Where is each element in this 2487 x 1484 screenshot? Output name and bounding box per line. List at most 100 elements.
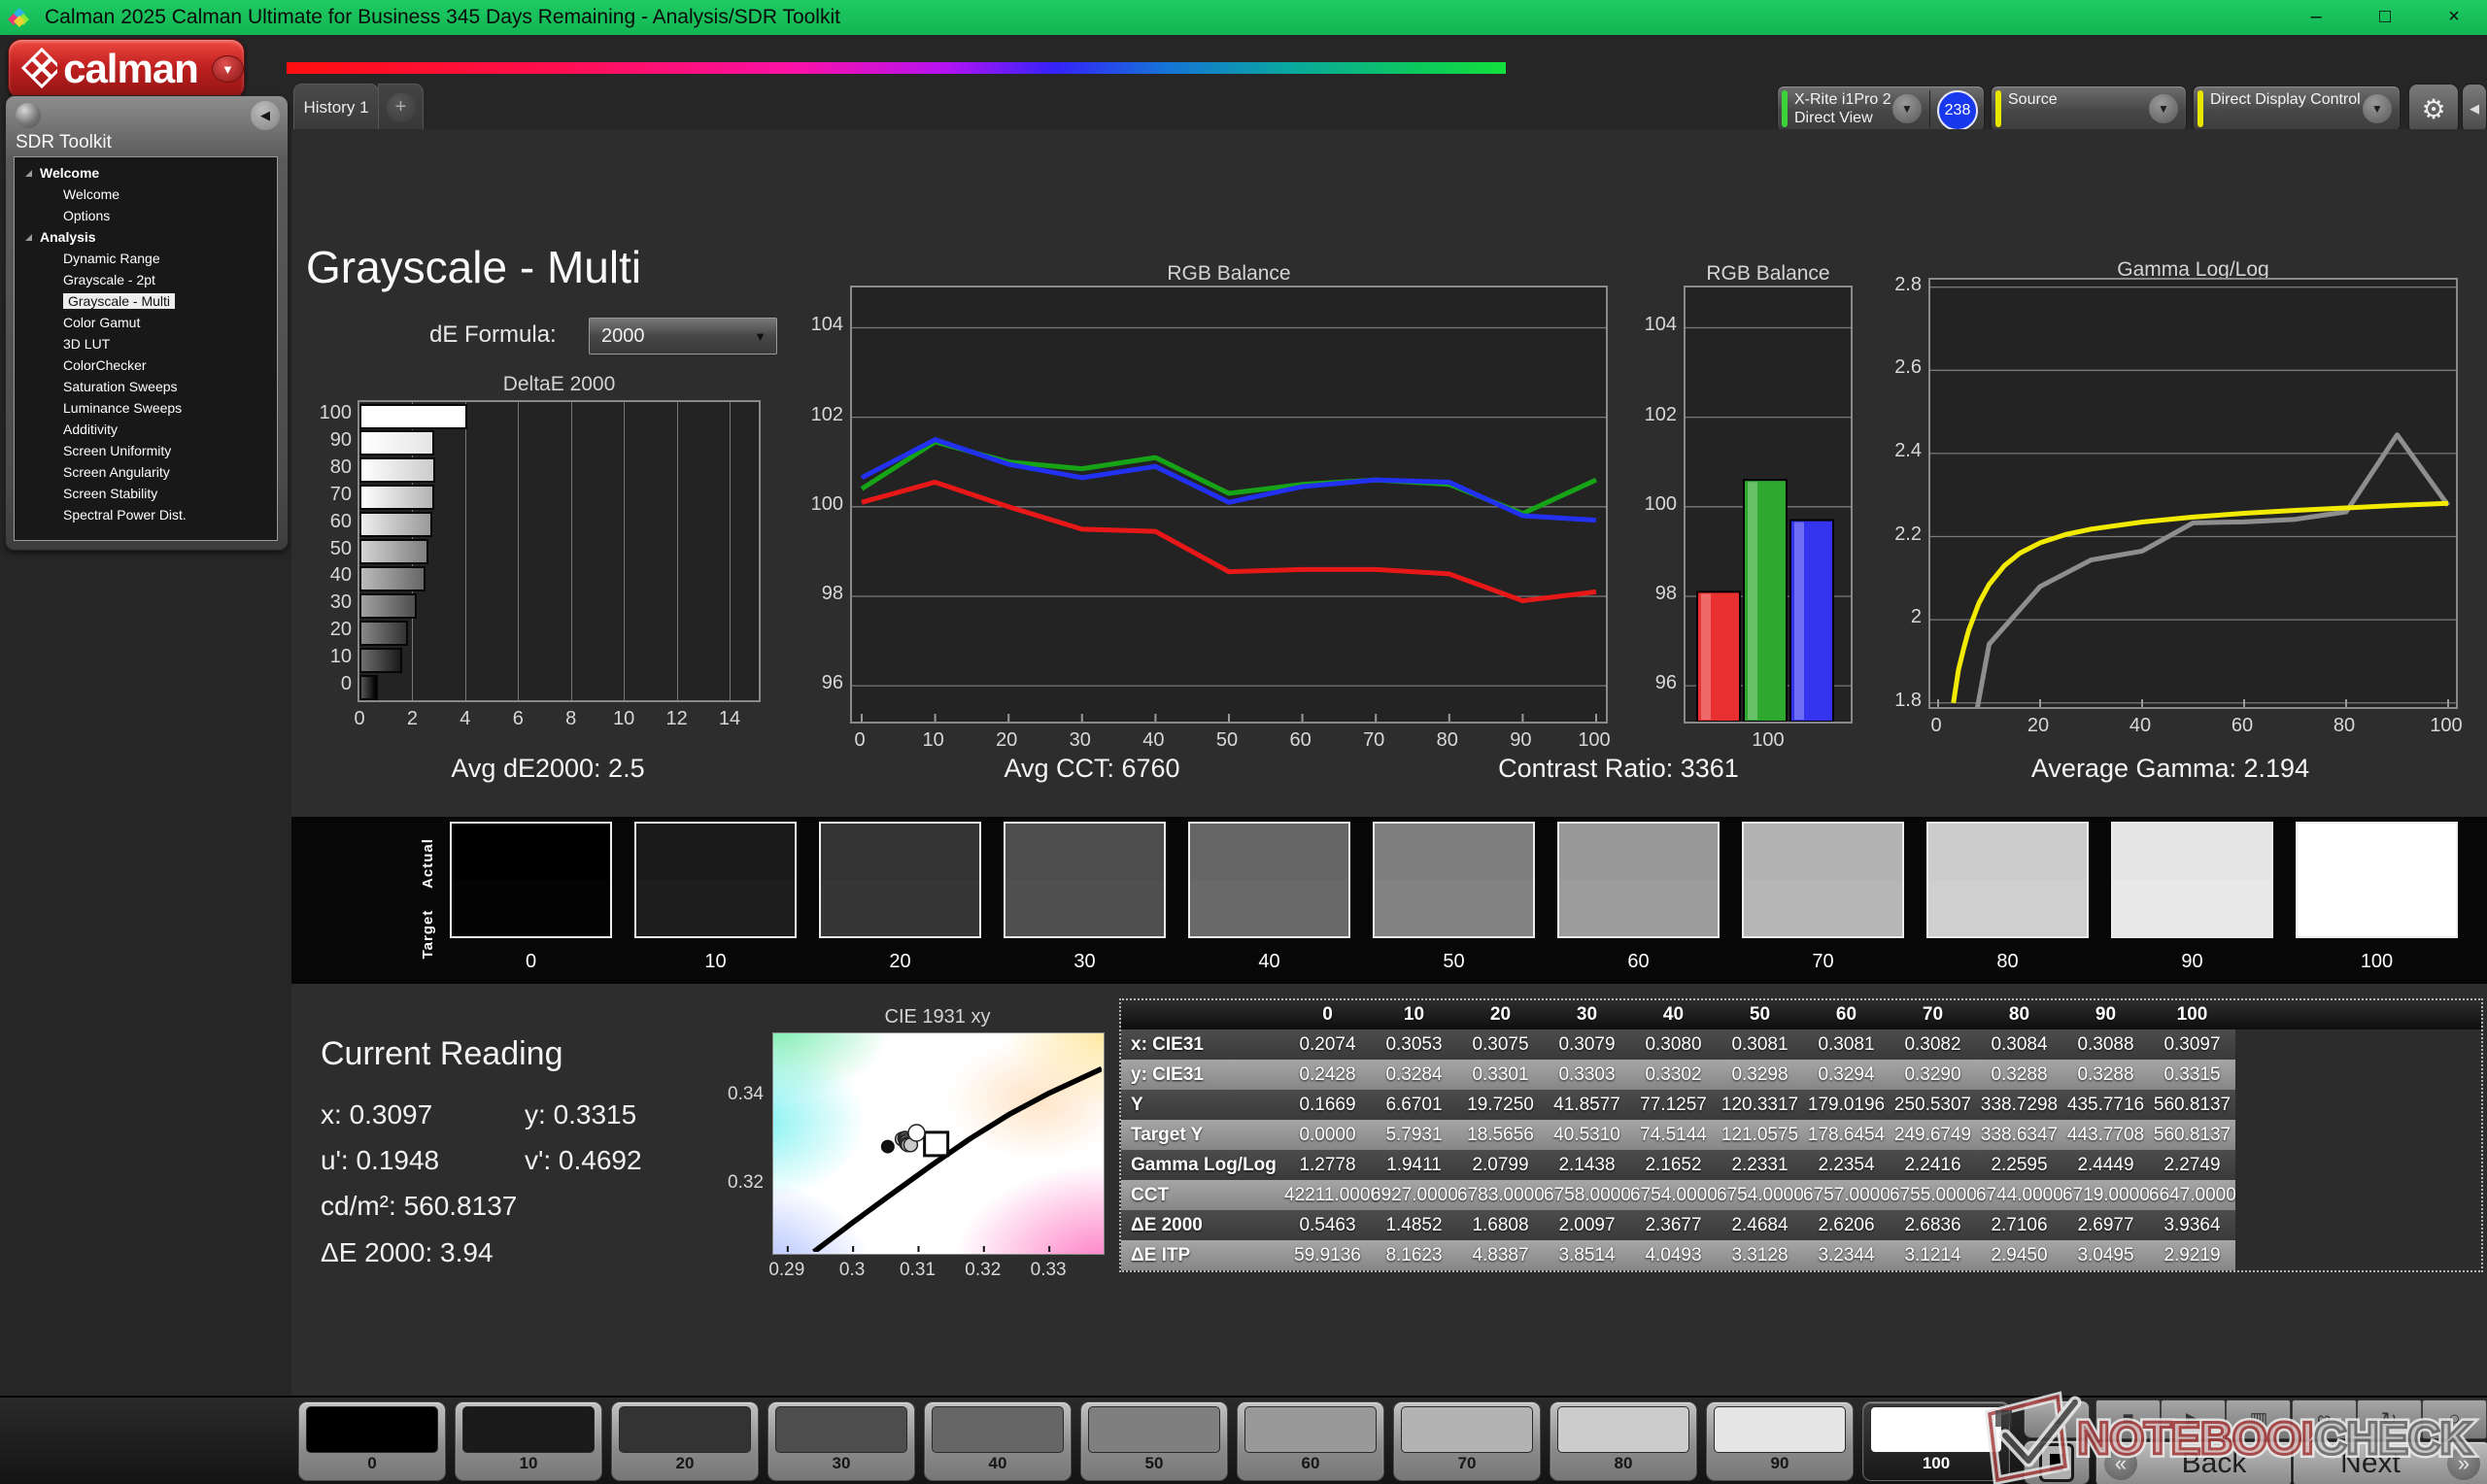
sidebar-group-analysis[interactable]: Analysis	[15, 226, 277, 248]
sidebar-item-colorchecker[interactable]: ColorChecker	[15, 354, 277, 376]
back-label: Back	[2181, 1447, 2247, 1479]
sidebar-item-additivity[interactable]: Additivity	[15, 419, 277, 440]
sidebar-collapse-button[interactable]: ◀	[251, 101, 280, 130]
y-tick-label: 104	[810, 314, 843, 336]
sidebar-item-grayscale-multi[interactable]: Grayscale - Multi	[15, 290, 277, 312]
pattern-tile-20[interactable]: 20	[611, 1401, 759, 1481]
pattern-swatch	[1244, 1406, 1377, 1453]
sidebar-item-options[interactable]: Options	[15, 205, 277, 226]
button-play-icon[interactable]: ▶	[2161, 1400, 2227, 1439]
stat-label: Avg dE2000:	[451, 754, 609, 783]
deltae-chart	[358, 400, 761, 702]
table-cell: 6719.0000	[2062, 1185, 2150, 1205]
pattern-tile-70[interactable]: 70	[1393, 1401, 1541, 1481]
sidebar-item-label: Grayscale - Multi	[63, 293, 176, 309]
back-arrow-icon: «	[2104, 1447, 2137, 1480]
sidebar-group-welcome[interactable]: Welcome	[15, 162, 277, 184]
cie-1931-chart	[772, 1032, 1105, 1255]
pattern-tile-80[interactable]: 80	[1550, 1401, 1697, 1481]
pattern-tile-label: 40	[988, 1454, 1007, 1472]
sidebar-item-screen-stability[interactable]: Screen Stability	[15, 483, 277, 504]
swatch-label: 100	[2360, 951, 2394, 972]
next-button[interactable]: Next »	[2293, 1441, 2487, 1484]
de-formula-dropdown[interactable]: 2000 ▼	[589, 318, 777, 354]
expander-icon[interactable]	[25, 170, 32, 177]
pattern-tile-40[interactable]: 40	[924, 1401, 1072, 1481]
table-cell: 3.1214	[1904, 1245, 1961, 1265]
sidebar-item-grayscale-2pt[interactable]: Grayscale - 2pt	[15, 269, 277, 290]
y-tick-label: 40	[329, 564, 352, 587]
bar-level-10	[359, 647, 403, 673]
table-cell: 0.3284	[1385, 1064, 1443, 1085]
window-size-button[interactable]	[2024, 1440, 2090, 1484]
tab-history-1[interactable]: History 1	[293, 84, 379, 130]
button-chart-icon[interactable]: ▥	[2226, 1400, 2292, 1439]
series-blue	[860, 437, 1597, 523]
rgb-line-y-axis: 104 102 100 98 96	[795, 286, 843, 724]
meter-dropdown[interactable]: X-Rite i1Pro 2 Direct View ▼ 238	[1777, 85, 1985, 132]
table-cell: 0.3075	[1472, 1034, 1529, 1055]
swatch-50	[1373, 822, 1535, 938]
row-label: Y	[1131, 1095, 1143, 1115]
meter-count-badge: 238	[1937, 90, 1978, 131]
chevron-down-icon[interactable]: ▼	[1892, 94, 1922, 123]
add-tab-button[interactable]: +	[386, 92, 416, 122]
workflow-orb-button[interactable]	[16, 103, 41, 128]
button-refresh-icon[interactable]: ↻	[2356, 1400, 2422, 1439]
pattern-tile-10[interactable]: 10	[455, 1401, 602, 1481]
button-record-icon[interactable]: ○	[2422, 1400, 2487, 1439]
table-cell: 0.3097	[2163, 1034, 2221, 1055]
window-size-glyph	[2039, 1443, 2074, 1482]
display-control-dropdown[interactable]: Direct Display Control ▼	[2193, 85, 2401, 132]
sidebar-item-spectral-power-dist-[interactable]: Spectral Power Dist.	[15, 504, 277, 525]
pattern-tile-30[interactable]: 30	[767, 1401, 915, 1481]
pattern-tile-0[interactable]: 0	[298, 1401, 446, 1481]
chevron-down-icon[interactable]: ▼	[2363, 94, 2392, 123]
sidebar-item-saturation-sweeps[interactable]: Saturation Sweeps	[15, 376, 277, 397]
expander-icon[interactable]	[25, 234, 32, 241]
pattern-tile-50[interactable]: 50	[1080, 1401, 1228, 1481]
close-icon[interactable]: ×	[2427, 0, 2481, 35]
sidebar-item-screen-angularity[interactable]: Screen Angularity	[15, 461, 277, 483]
pattern-tile-60[interactable]: 60	[1237, 1401, 1384, 1481]
minimize-icon[interactable]: –	[2289, 0, 2343, 35]
sidebar-item-label: Luminance Sweeps	[63, 400, 183, 416]
back-button[interactable]: « Back	[2095, 1441, 2292, 1484]
button-loop-icon[interactable]: ∞	[2291, 1400, 2357, 1439]
source-dropdown[interactable]: Source ▼	[1991, 85, 2187, 132]
maximize-icon[interactable]: □	[2358, 0, 2412, 35]
swatch-80	[1926, 822, 2089, 938]
sidebar-item-color-gamut[interactable]: Color Gamut	[15, 312, 277, 333]
table-cell: 0.2074	[1299, 1034, 1356, 1055]
table-cell: 560.8137	[2153, 1095, 2231, 1115]
button-stop-icon[interactable]: ■	[2095, 1400, 2161, 1439]
table-cell: 560.8137	[2153, 1125, 2231, 1145]
table-cell: 6758.0000	[1544, 1185, 1631, 1205]
sidebar-item-screen-uniformity[interactable]: Screen Uniformity	[15, 440, 277, 461]
pattern-tile-100[interactable]: 100	[1862, 1401, 2010, 1481]
x-tick-label: 0	[354, 708, 365, 729]
pattern-tile-90[interactable]: 90	[1706, 1401, 1854, 1481]
sidebar-item-label: Welcome	[63, 186, 120, 202]
bar-level-40	[359, 565, 426, 591]
pattern-up-button[interactable]: ▲	[2024, 1400, 2090, 1438]
row-label: x: CIE31	[1131, 1034, 1204, 1055]
rgb-bar-x-axis: 100	[1752, 729, 1785, 751]
collapse-toolbar-button[interactable]: ◀	[2462, 84, 2487, 134]
sidebar-item-luminance-sweeps[interactable]: Luminance Sweeps	[15, 397, 277, 419]
table-row: CCT 42211.0000 6927.0000 6783.0000 6758.0000…	[1121, 1180, 2236, 1210]
calman-dropdown-icon[interactable]: ▼	[211, 55, 244, 83]
sidebar-item-3d-lut[interactable]: 3D LUT	[15, 333, 277, 354]
rgb-bar-chart-title: RGB Balance	[1706, 262, 1830, 285]
chevron-down-icon[interactable]: ▼	[2149, 94, 2178, 123]
y-tick-label: 98	[1654, 582, 1677, 604]
table-cell: 1.9411	[1386, 1155, 1442, 1175]
sidebar-item-dynamic-range[interactable]: Dynamic Range	[15, 248, 277, 269]
gridline	[570, 402, 572, 700]
calman-menu-button[interactable]: calman ▼	[8, 39, 245, 99]
sidebar-item-label: Grayscale - 2pt	[63, 272, 155, 287]
sidebar-item-label: Saturation Sweeps	[63, 379, 178, 394]
sidebar-item-welcome[interactable]: Welcome	[15, 184, 277, 205]
reading-u: u': 0.1948	[321, 1145, 440, 1175]
settings-button[interactable]: ⚙	[2408, 84, 2459, 134]
